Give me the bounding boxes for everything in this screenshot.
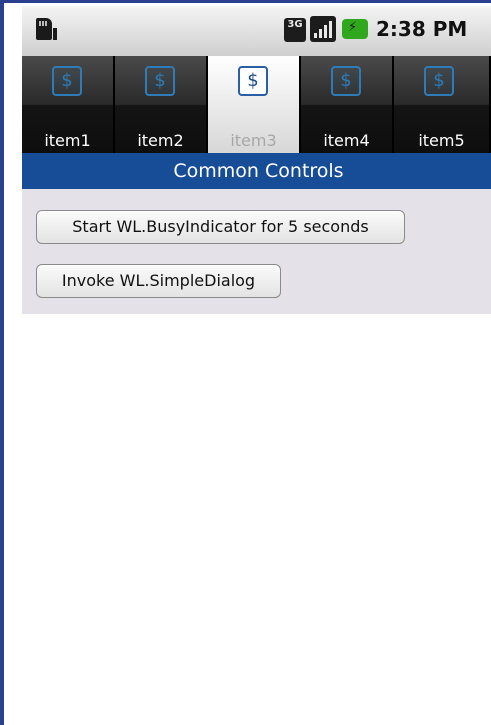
app-screen: 3G 2:38 PM $ item1 $ item2 $ item3: [22, 6, 491, 725]
tab-label: item1: [44, 131, 91, 150]
status-bar: 3G 2:38 PM: [22, 6, 491, 56]
page-title: Common Controls: [22, 153, 491, 189]
tab-label: item2: [137, 131, 184, 150]
tab-bar: $ item1 $ item2 $ item3 $ item4 $ item5: [22, 56, 491, 153]
busy-indicator-button[interactable]: Start WL.BusyIndicator for 5 seconds: [36, 210, 405, 244]
sd-card-icon: [36, 18, 57, 40]
signal-icon: [310, 16, 336, 42]
dollar-icon: $: [424, 66, 454, 96]
signal-bar: [324, 25, 327, 38]
network-3g-icon: 3G: [284, 18, 306, 42]
signal-bar: [329, 21, 332, 38]
signal-bar: [314, 33, 317, 38]
device-frame: 3G 2:38 PM $ item1 $ item2 $ item3: [0, 0, 491, 725]
tab-label: item4: [323, 131, 370, 150]
controls-panel: Start WL.BusyIndicator for 5 seconds Inv…: [22, 189, 491, 314]
signal-bar: [319, 29, 322, 38]
dollar-icon: $: [331, 66, 361, 96]
tab-item5[interactable]: $ item5: [394, 56, 489, 153]
tab-label: item5: [418, 131, 465, 150]
dollar-icon: $: [145, 66, 175, 96]
tab-item3[interactable]: $ item3: [208, 56, 301, 153]
tab-item1[interactable]: $ item1: [22, 56, 115, 153]
tab-item2[interactable]: $ item2: [115, 56, 208, 153]
dollar-icon: $: [238, 66, 268, 96]
tab-label: item3: [230, 131, 277, 150]
dollar-icon: $: [52, 66, 82, 96]
battery-charging-icon: [342, 19, 368, 39]
simple-dialog-button[interactable]: Invoke WL.SimpleDialog: [36, 264, 281, 298]
status-clock: 2:38 PM: [376, 17, 468, 41]
tab-item4[interactable]: $ item4: [301, 56, 394, 153]
notification-exclamation-icon: [53, 28, 57, 40]
